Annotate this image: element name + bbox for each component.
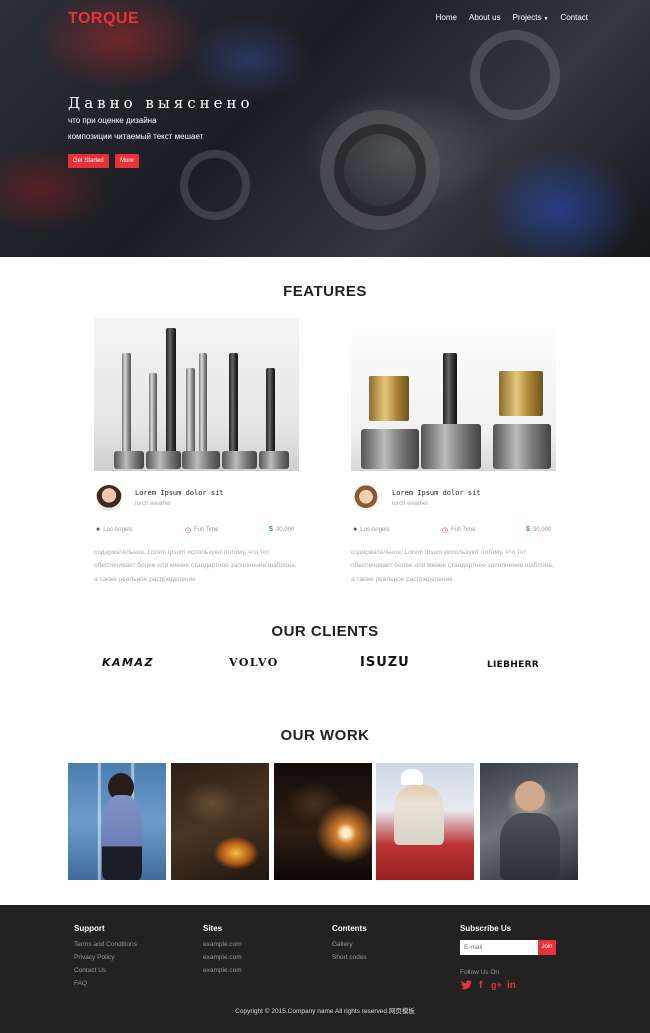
work-image-welding-sparks[interactable]	[274, 763, 372, 880]
brand-logo[interactable]: TORQUE	[68, 10, 139, 28]
features-title: FEATURES	[283, 283, 367, 300]
footer-link-site[interactable]: example.com	[203, 954, 242, 961]
engine-pulley-decor	[320, 110, 440, 230]
work-image-grinder-worker[interactable]	[480, 763, 578, 880]
footer-subscribe-title: Subscribe Us	[460, 924, 512, 933]
clock-icon: ◷	[442, 527, 449, 534]
footer-link-short-codes[interactable]: Short codes	[332, 954, 367, 961]
location-text: Los Angels	[103, 526, 133, 533]
join-button[interactable]: Join	[538, 940, 556, 955]
copyright-text: Copyright © 2015.Company name All rights…	[235, 1008, 415, 1015]
salary-text: 30,000	[275, 526, 295, 533]
feature-image-cutting-tools	[351, 318, 556, 471]
footer-link-privacy[interactable]: Privacy Policy	[74, 954, 114, 961]
footer-link-contact[interactable]: Contact Us	[74, 967, 106, 974]
client-logo-volvo[interactable]: VOLVO	[229, 656, 279, 669]
footer-link-site[interactable]: example.com	[203, 967, 242, 974]
map-pin-icon: ●	[96, 526, 101, 533]
main-nav: Home About us Projects ▼ Contact	[436, 13, 650, 22]
hero-banner: TORQUE Home About us Projects ▼ Contact Д…	[0, 0, 650, 257]
feature-name[interactable]: Lorem Ipsum dolor sit	[135, 489, 224, 497]
nav-home[interactable]: Home	[436, 13, 457, 22]
map-pin-icon: ●	[353, 526, 358, 533]
facebook-icon[interactable]: f	[479, 980, 482, 991]
footer-sites-title: Sites	[203, 924, 223, 933]
email-field[interactable]	[460, 940, 538, 955]
feature-location: ● Los Angels	[96, 526, 133, 533]
feature-description: содержательное. Lorem Ipsum используют п…	[351, 546, 566, 586]
nav-contact[interactable]: Contact	[560, 13, 588, 22]
feature-description: содержательное. Lorem Ipsum используют п…	[94, 546, 309, 586]
feature-subtitle: torch weather	[135, 501, 172, 507]
avatar	[353, 485, 379, 511]
engine-ring-decor	[180, 150, 250, 220]
nav-projects-label: Projects	[512, 13, 542, 22]
footer-link-gallery[interactable]: Gallery	[332, 941, 353, 948]
footer-link-faq[interactable]: FAQ	[74, 980, 87, 987]
description-line: а также реальное распределение	[94, 575, 196, 583]
feature-location: ● Los Angels	[353, 526, 390, 533]
work-image-welder[interactable]	[171, 763, 269, 880]
description-line: обеспечивает более или менее стандартное…	[351, 562, 554, 570]
hero-title: Давно выяснено	[68, 94, 254, 112]
google-plus-icon[interactable]: g+	[491, 980, 502, 990]
feature-salary: $30,000	[269, 526, 294, 533]
work-title: OUR WORK	[280, 727, 370, 744]
dollar-icon: $	[269, 526, 273, 533]
feature-salary: $30,000	[526, 526, 551, 533]
client-logo-kamaz[interactable]: KAMAZ	[102, 656, 154, 669]
footer-link-site[interactable]: example.com	[203, 941, 242, 948]
description-line: обеспечивает более или менее стандартное…	[94, 562, 297, 570]
hero-subtitle-line1: что при оценке дизайна	[68, 116, 157, 125]
feature-image-tool-holders	[94, 318, 299, 471]
client-logo-isuzu[interactable]: ISUZU	[360, 655, 410, 670]
work-image-businesswoman[interactable]	[68, 763, 166, 880]
job-type-text: Full Time	[194, 527, 219, 533]
dollar-icon: $	[526, 526, 530, 533]
feature-name[interactable]: Lorem Ipsum dolor sit	[392, 489, 481, 497]
linkedin-icon[interactable]: in	[507, 980, 516, 991]
avatar	[96, 485, 122, 511]
hero-subtitle-line2: композиции читаемый текст мешает	[68, 132, 204, 141]
feature-subtitle: torch weather	[392, 501, 429, 507]
clients-title: OUR CLIENTS	[271, 623, 379, 640]
description-line: содержательное. Lorem Ipsum используют п…	[351, 549, 527, 556]
feature-job-type: ◷ Full Time	[442, 526, 475, 534]
engine-gear-decor	[470, 30, 560, 120]
footer-support-title: Support	[74, 924, 105, 933]
get-started-button[interactable]: Get Started	[68, 154, 109, 168]
client-logo-liebherr[interactable]: LIEBHERR	[487, 660, 539, 670]
salary-text: 30,000	[532, 526, 552, 533]
clock-icon: ◷	[185, 527, 192, 534]
description-line: содержательное. Lorem Ipsum используют п…	[94, 549, 270, 556]
footer-link-terms[interactable]: Terms and Conditions	[74, 941, 137, 948]
twitter-icon[interactable]	[461, 980, 472, 993]
nav-projects[interactable]: Projects ▼	[513, 13, 549, 22]
nav-about[interactable]: About us	[469, 13, 501, 22]
feature-job-type: ◷ Full Time	[185, 526, 218, 534]
follow-us-label: Follow Us On	[460, 969, 500, 976]
description-line: а также реальное распределение	[351, 575, 453, 583]
location-text: Los Angels	[360, 526, 390, 533]
job-type-text: Full Time	[451, 527, 476, 533]
caret-down-icon: ▼	[543, 16, 549, 22]
work-image-chain-worker[interactable]	[376, 763, 474, 880]
footer-contents-title: Contents	[332, 924, 367, 933]
more-button[interactable]: More	[115, 154, 139, 168]
